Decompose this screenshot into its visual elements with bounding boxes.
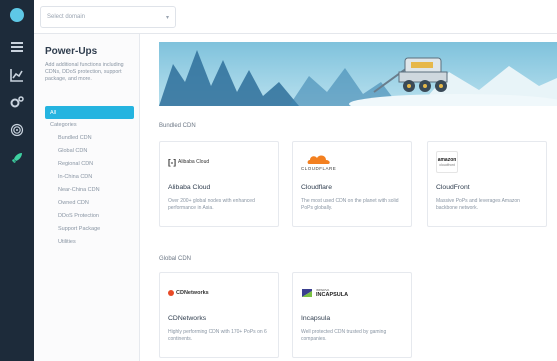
incapsula-logo: IMPERVA INCAPSULA xyxy=(293,273,411,313)
icon-rail xyxy=(0,0,34,361)
card-name: Cloudflare xyxy=(301,184,332,191)
fingerprint-icon[interactable] xyxy=(8,121,26,139)
powerups-sidebar: Power-Ups Add additional functions inclu… xyxy=(34,34,140,361)
card-description: Highly performing CDN with 170+ PoPs on … xyxy=(168,329,267,342)
card-description: The most used CDN on the planet with sol… xyxy=(301,198,399,211)
alibaba-logo: [-] Alibaba Cloud xyxy=(168,157,210,167)
cloudflare-logo: CLOUDFLARE xyxy=(293,142,411,182)
card-name: CDNetworks xyxy=(168,315,207,322)
list-icon[interactable] xyxy=(8,38,26,56)
card-description: Well protected CDN trusted by gaming com… xyxy=(301,329,387,342)
category-near-china-cdn[interactable]: Near-China CDN xyxy=(58,187,100,193)
top-bar: Select domain ▾ xyxy=(34,0,557,34)
category-utilities[interactable]: Utilities xyxy=(58,239,76,245)
card-cloudfront[interactable]: amazon cloudfront CloudFront Massive PoP… xyxy=(427,141,547,227)
chevron-down-icon: ▾ xyxy=(165,15,169,21)
cloudflare-logo-text: CLOUDFLARE xyxy=(301,166,337,171)
cdnetworks-logo: CDNetworks xyxy=(160,273,278,313)
card-name: CloudFront xyxy=(436,184,470,191)
cloudfront-logo-text: cloudfront xyxy=(439,162,455,167)
category-in-china-cdn[interactable]: In-China CDN xyxy=(58,174,92,180)
category-regional-cdn[interactable]: Regional CDN xyxy=(58,161,93,167)
alibaba-logo-text: Alibaba Cloud xyxy=(178,159,210,165)
card-cdnetworks[interactable]: CDNetworks CDNetworks Highly performing … xyxy=(159,272,279,358)
category-support-package[interactable]: Support Package xyxy=(58,226,100,232)
rocket-icon[interactable] xyxy=(8,149,26,167)
card-name: Incapsula xyxy=(301,315,331,322)
logo-icon[interactable] xyxy=(10,8,24,22)
card-cloudflare[interactable]: CLOUDFLARE Cloudflare The most used CDN … xyxy=(292,141,412,227)
incapsula-logo-text: INCAPSULA xyxy=(316,292,349,298)
card-incapsula[interactable]: IMPERVA INCAPSULA Incapsula Well protect… xyxy=(292,272,412,358)
hero-banner xyxy=(159,42,557,106)
imperva-mark-icon xyxy=(302,289,312,297)
cdnetworks-logo-text: CDNetworks xyxy=(176,290,209,296)
card-description: Massive PoPs and leverages Amazon backbo… xyxy=(436,198,520,211)
cloud-icon xyxy=(307,155,330,164)
page-description: Add additional functions including CDNs,… xyxy=(45,62,124,82)
card-alibaba-cloud[interactable]: [-] Alibaba Cloud Alibaba Cloud Over 200… xyxy=(159,141,279,227)
domain-select-placeholder: Select domain xyxy=(47,14,86,20)
section-title-global-cdn: Global CDN xyxy=(159,256,192,262)
category-global-cdn[interactable]: Global CDN xyxy=(58,148,87,154)
gears-icon[interactable] xyxy=(8,93,26,111)
card-name: Alibaba Cloud xyxy=(168,184,211,191)
chart-icon[interactable] xyxy=(8,66,26,84)
domain-select[interactable]: Select domain ▾ xyxy=(40,6,176,28)
category-owned-cdn[interactable]: Owned CDN xyxy=(58,200,89,206)
categories-heading: Categories xyxy=(50,122,77,128)
main-content: Bundled CDN [-] Alibaba Cloud Alibaba Cl… xyxy=(140,34,557,361)
page-title: Power-Ups xyxy=(45,46,98,57)
filter-all[interactable]: All xyxy=(45,106,134,119)
category-ddos-protection[interactable]: DDoS Protection xyxy=(58,213,99,219)
category-bundled-cdn[interactable]: Bundled CDN xyxy=(58,135,92,141)
cloudfront-logo: amazon cloudfront xyxy=(428,142,546,182)
section-title-bundled-cdn: Bundled CDN xyxy=(159,123,196,129)
card-description: Over 200+ global nodes with enhanced per… xyxy=(168,198,255,211)
